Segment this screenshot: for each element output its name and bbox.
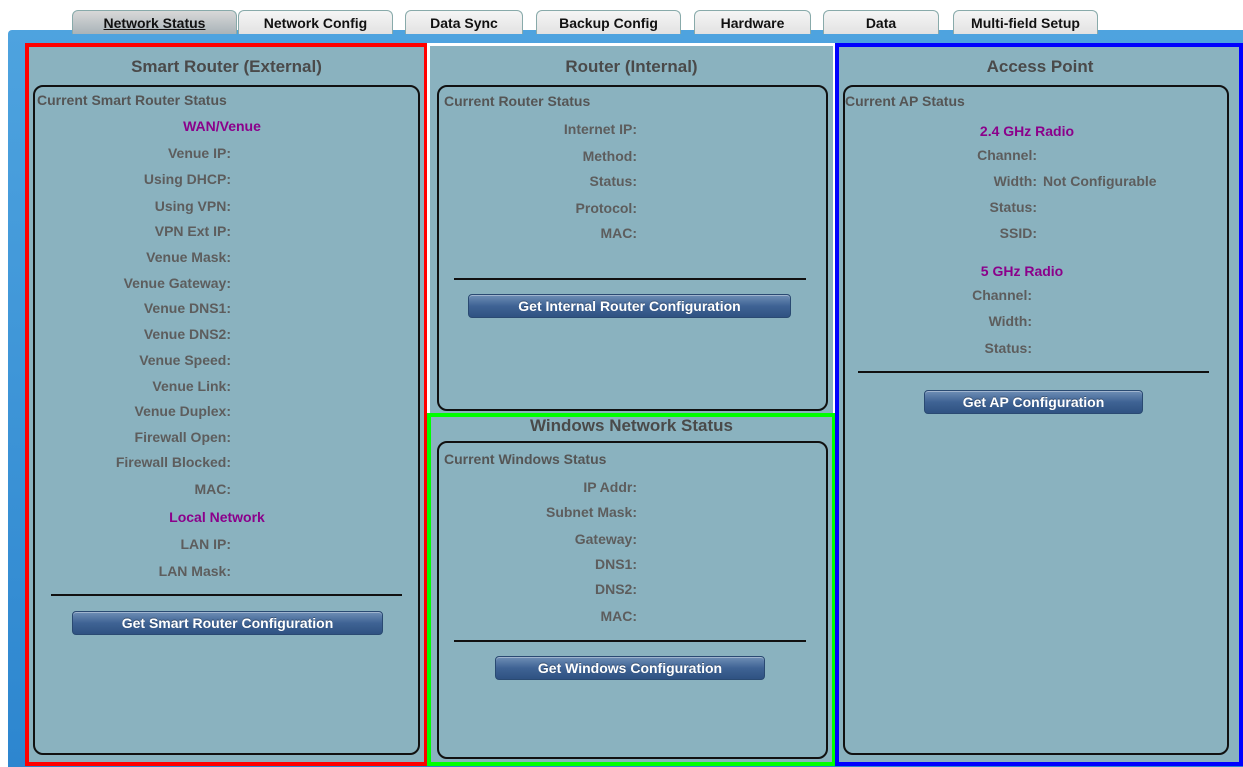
smart-router-panel: Smart Router (External) Current Smart Ro… (27, 44, 426, 765)
radio-5ghz-heading: 5 GHz Radio (980, 263, 1064, 279)
get-smart-router-config-button[interactable]: Get Smart Router Configuration (72, 611, 383, 635)
venue-gateway-label: Venue Gateway: (123, 275, 231, 291)
internet-ip-label: Internet IP: (563, 121, 637, 137)
router-protocol-label: Protocol: (575, 200, 637, 216)
get-windows-config-button[interactable]: Get Windows Configuration (495, 656, 765, 680)
radio-5ghz-width-label: Width: (988, 313, 1032, 329)
using-dhcp-label: Using DHCP: (143, 171, 231, 187)
using-vpn-label: Using VPN: (154, 198, 231, 214)
wan-venue-heading: WAN/Venue (183, 118, 261, 134)
firewall-open-label: Firewall Open: (134, 429, 231, 445)
radio-24ghz-width-label: Width: (993, 173, 1037, 189)
windows-network-divider (454, 640, 806, 642)
venue-ip-label: Venue IP: (167, 145, 231, 161)
venue-link-label: Venue Link: (152, 378, 231, 394)
smart-router-legend: Current Smart Router Status (37, 92, 227, 108)
windows-dns1-label: DNS1: (594, 556, 637, 572)
smart-router-divider (51, 594, 402, 596)
router-internal-divider (454, 278, 806, 280)
windows-ip-addr-label: IP Addr: (583, 479, 637, 495)
windows-network-panel: Windows Network Status Current Windows S… (429, 415, 834, 765)
windows-gateway-label: Gateway: (574, 531, 637, 547)
radio-5ghz-status-label: Status: (984, 340, 1032, 356)
smart-router-title: Smart Router (External) (131, 57, 322, 76)
lan-mask-label: LAN Mask: (158, 563, 231, 579)
venue-duplex-label: Venue Duplex: (134, 403, 231, 419)
router-internal-panel: Router (Internal) Current Router Status … (429, 44, 834, 415)
windows-dns2-label: DNS2: (594, 581, 637, 597)
windows-network-title: Windows Network Status (530, 416, 733, 435)
tab-data[interactable]: Data (823, 10, 939, 34)
access-point-panel: Access Point Current AP Status 2.4 GHz R… (837, 44, 1243, 765)
router-internal-title: Router (Internal) (565, 57, 698, 76)
tab-network-config[interactable]: Network Config (238, 10, 393, 34)
router-mac-label: MAC: (600, 225, 637, 241)
router-internal-legend: Current Router Status (444, 93, 591, 109)
vpn-ext-ip-label: VPN Ext IP: (154, 223, 231, 239)
windows-network-legend: Current Windows Status (444, 451, 607, 467)
lan-ip-label: LAN IP: (180, 536, 231, 552)
tab-backup-config[interactable]: Backup Config (536, 10, 681, 34)
access-point-title: Access Point (986, 57, 1094, 76)
router-method-label: Method: (582, 148, 637, 164)
access-point-divider (858, 371, 1209, 373)
tab-bar: Network Status Network Config Data Sync … (0, 0, 1243, 40)
get-internal-router-config-button[interactable]: Get Internal Router Configuration (468, 294, 791, 318)
radio-24ghz-status-label: Status: (989, 199, 1037, 215)
access-point-legend: Current AP Status (845, 93, 965, 109)
venue-dns1-label: Venue DNS1: (143, 300, 231, 316)
radio-24ghz-width-value: Not Configurable (1043, 173, 1157, 189)
tab-network-status[interactable]: Network Status (72, 10, 237, 34)
tab-hardware[interactable]: Hardware (694, 10, 811, 34)
tab-multi-field-setup[interactable]: Multi-field Setup (953, 10, 1098, 34)
venue-mask-label: Venue Mask: (146, 249, 231, 265)
windows-mac-label: MAC: (600, 608, 637, 624)
radio-24ghz-channel-label: Channel: (977, 147, 1037, 163)
firewall-blocked-label: Firewall Blocked: (115, 454, 231, 470)
tab-data-sync[interactable]: Data Sync (405, 10, 523, 34)
venue-dns2-label: Venue DNS2: (143, 326, 231, 342)
radio-5ghz-channel-label: Channel: (972, 287, 1032, 303)
radio-24ghz-heading: 2.4 GHz Radio (979, 123, 1075, 139)
venue-speed-label: Venue Speed: (139, 352, 231, 368)
windows-subnet-mask-label: Subnet Mask: (545, 504, 637, 520)
get-ap-config-button[interactable]: Get AP Configuration (924, 390, 1143, 414)
router-status-label: Status: (589, 173, 637, 189)
local-network-heading: Local Network (169, 509, 265, 525)
smart-router-mac-label: MAC: (194, 481, 231, 497)
radio-24ghz-ssid-label: SSID: (999, 225, 1037, 241)
